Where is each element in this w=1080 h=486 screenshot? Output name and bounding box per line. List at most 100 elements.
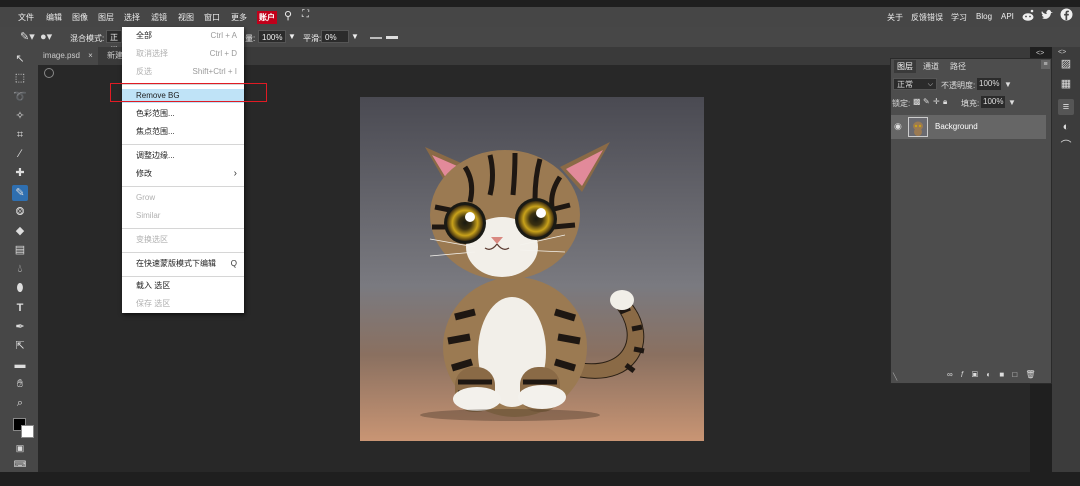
- panel-menu-icon[interactable]: ≡: [1041, 60, 1050, 69]
- fill-label: 填充:: [961, 99, 980, 108]
- search-icon[interactable]: ⚲: [284, 9, 292, 22]
- brush-tool-icon-active[interactable]: ✎: [12, 185, 28, 201]
- swatches-panel-icon[interactable]: ▦: [1058, 76, 1074, 92]
- lock-position-icon[interactable]: ✛: [933, 97, 940, 106]
- menu-item-refine-edge[interactable]: 调整边缘...: [122, 149, 244, 163]
- facebook-icon[interactable]: [1060, 8, 1073, 21]
- path-select-tool-icon[interactable]: ⇱: [12, 338, 28, 354]
- collapse-layers-icon[interactable]: <>: [1036, 50, 1044, 57]
- menu-item-save-selection[interactable]: 保存 选区: [122, 297, 244, 311]
- menu-item-load-selection[interactable]: 载入 选区: [122, 279, 244, 293]
- eraser-tool-icon[interactable]: ◆: [12, 223, 28, 239]
- menu-separator: [122, 252, 244, 253]
- lock-all-icon[interactable]: 🔒︎: [943, 97, 947, 107]
- blur-tool-icon[interactable]: 💧︎: [12, 261, 28, 277]
- menu-blog[interactable]: Blog: [976, 12, 992, 21]
- screen-mode-icon[interactable]: ⌨: [12, 456, 28, 472]
- history-panel-icon[interactable]: ▨: [1058, 56, 1074, 72]
- menu-more[interactable]: 更多: [231, 12, 247, 23]
- smooth-dropdown-icon[interactable]: ▼: [351, 32, 359, 41]
- layers-panel-icon[interactable]: ≡: [1058, 99, 1074, 115]
- menu-file[interactable]: 文件: [18, 12, 34, 23]
- menu-image[interactable]: 图像: [72, 12, 88, 23]
- lock-transparency-icon[interactable]: ▩: [913, 97, 921, 106]
- blend-mode-select[interactable]: 正常: [106, 30, 122, 55]
- hand-tool-icon[interactable]: ✋︎: [12, 376, 28, 392]
- fullscreen-icon[interactable]: ⛶: [302, 9, 309, 20]
- collapse-panel-icon[interactable]: <>: [1058, 49, 1066, 56]
- eye-visibility-icon[interactable]: ◉: [894, 121, 902, 132]
- dodge-tool-icon[interactable]: ⬮: [12, 280, 28, 296]
- text-tool-icon[interactable]: T: [12, 300, 28, 316]
- menu-item-inverse[interactable]: 反选 Shift+Ctrl + I: [122, 65, 244, 79]
- menu-item-deselect[interactable]: 取消选择 Ctrl + D: [122, 47, 244, 61]
- menu-learn[interactable]: 学习: [951, 12, 967, 23]
- background-color-swatch[interactable]: [21, 425, 34, 438]
- tab-channels[interactable]: 通道: [923, 61, 939, 72]
- layers-panel: <> 图层 通道 路径 ≡ 正常 ⌵ 不透明度: 100% ▼ 锁定: ▩ ✎ …: [890, 50, 1052, 384]
- fill-input[interactable]: 100%: [981, 96, 1005, 108]
- tab-close-icon[interactable]: ×: [88, 51, 93, 60]
- menu-view[interactable]: 视图: [178, 12, 194, 23]
- layer-actions-icons[interactable]: ∞ 𝑓 ▣ ◐ ■ □ 🗑︎: [947, 370, 1039, 380]
- tab-paths[interactable]: 路径: [950, 61, 966, 72]
- pen-tool-icon[interactable]: ✒: [12, 319, 28, 335]
- menu-item-grow[interactable]: Grow: [122, 191, 244, 205]
- lock-paint-icon[interactable]: ✎: [923, 97, 930, 106]
- menu-about[interactable]: 关于: [887, 12, 903, 23]
- menu-item-modify[interactable]: 修改 ›: [122, 167, 244, 181]
- menu-item-focus-area[interactable]: 焦点范围...: [122, 125, 244, 139]
- layer-opacity-dropdown-icon[interactable]: ▼: [1004, 80, 1012, 89]
- shape-tool-icon[interactable]: ▬: [12, 357, 28, 373]
- smooth-input[interactable]: 0%: [321, 30, 349, 43]
- layer-blend-select[interactable]: 正常 ⌵: [893, 78, 937, 90]
- brush-preset-icon[interactable]: ●▾: [40, 30, 52, 43]
- pressure-size-icon[interactable]: [386, 36, 398, 39]
- menu-window[interactable]: 窗口: [204, 12, 220, 23]
- zoom-tool-icon[interactable]: ⌕: [12, 395, 28, 411]
- menu-account[interactable]: 账户: [257, 11, 277, 24]
- lasso-tool-icon[interactable]: ➰: [12, 89, 28, 105]
- resize-grip-icon[interactable]: ╲: [893, 373, 897, 381]
- brush-tool-icon[interactable]: ✎▾: [20, 30, 35, 43]
- menu-item-transform-selection[interactable]: 变换选区: [122, 233, 244, 247]
- adjustments-panel-icon[interactable]: ◐: [1058, 119, 1074, 135]
- menu-layer[interactable]: 图层: [98, 12, 114, 23]
- marquee-tool-icon[interactable]: ⬚: [12, 70, 28, 86]
- magic-wand-tool-icon[interactable]: ✧: [12, 108, 28, 124]
- opacity-input[interactable]: 100%: [258, 30, 286, 43]
- fill-dropdown-icon[interactable]: ▼: [1008, 98, 1016, 107]
- gradient-tool-icon[interactable]: ▤: [12, 242, 28, 258]
- move-tool-icon[interactable]: ↖: [12, 51, 28, 67]
- menu-report-bug[interactable]: 反馈错误: [911, 12, 943, 23]
- menu-api[interactable]: API: [1001, 12, 1014, 21]
- paths-panel-icon[interactable]: ⌒: [1058, 138, 1074, 154]
- menu-item-label: 取消选择: [136, 49, 168, 58]
- healing-tool-icon[interactable]: ✚: [12, 165, 28, 181]
- tab-layers[interactable]: 图层: [894, 60, 916, 73]
- menu-select[interactable]: 选择: [124, 12, 140, 23]
- menu-bar: 文件 编辑 图像 图层 选择 滤镜 视图 窗口 更多 账户 ⚲ ⛶ 关于 反馈错…: [0, 7, 1080, 27]
- menu-item-select-all[interactable]: 全部 Ctrl + A: [122, 29, 244, 43]
- reddit-icon[interactable]: [1021, 8, 1035, 22]
- opacity-dropdown-icon[interactable]: ▼: [288, 32, 296, 41]
- layer-opacity-input[interactable]: 100%: [977, 78, 1001, 90]
- menu-edit[interactable]: 编辑: [46, 12, 62, 23]
- stamp-tool-icon[interactable]: ⨷: [12, 204, 28, 220]
- menu-item-similar[interactable]: Similar: [122, 209, 244, 223]
- layer-row-background[interactable]: ◉ Background: [891, 115, 1046, 139]
- opacity-label-short: 量:: [245, 34, 256, 43]
- eyedropper-tool-icon[interactable]: ∕: [12, 146, 28, 162]
- twitter-icon[interactable]: [1041, 9, 1054, 21]
- menu-item-color-range[interactable]: 色彩范围...: [122, 107, 244, 121]
- tab-image-psd[interactable]: image.psd ×: [38, 47, 98, 65]
- menu-item-label: 变换选区: [136, 235, 168, 244]
- menu-item-quick-mask[interactable]: 在快速蒙版模式下编辑 Q: [122, 257, 244, 271]
- pressure-icon[interactable]: [370, 37, 382, 39]
- crop-tool-icon[interactable]: ⌗: [12, 127, 28, 143]
- menu-item-label: 保存 选区: [136, 299, 171, 308]
- canvas-image-cat[interactable]: [360, 97, 704, 441]
- chevron-right-icon: ›: [233, 168, 237, 179]
- menu-filter[interactable]: 滤镜: [151, 12, 167, 23]
- quick-mask-icon[interactable]: ▣: [12, 440, 28, 456]
